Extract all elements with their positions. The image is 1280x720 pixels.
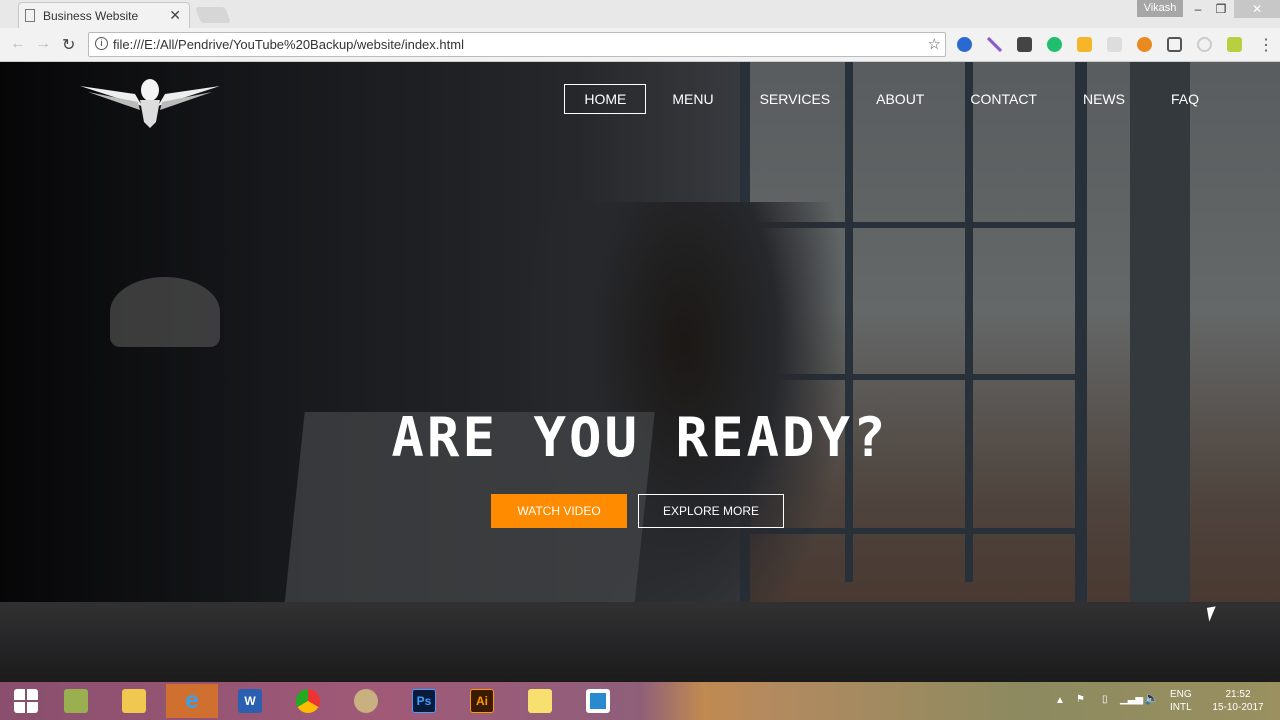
menu-kebab-icon[interactable]: ⋮ [1258, 35, 1274, 55]
ie-icon: e [185, 687, 199, 714]
back-icon[interactable]: ← [10, 35, 26, 53]
taskbar-photoshop[interactable]: Ps [398, 684, 450, 718]
folder-icon [122, 689, 146, 713]
forward-icon[interactable]: → [35, 35, 51, 53]
clock[interactable]: 21:52 15-10-2017 [1208, 688, 1268, 714]
browser-chrome: Business Website ✕ Vikash – ❐ ✕ ← → ↻ i … [0, 0, 1280, 62]
nav-contact[interactable]: CONTACT [950, 84, 1057, 114]
nav-menu[interactable]: MENU [652, 84, 733, 114]
50-icon[interactable] [1137, 37, 1152, 52]
brackets-icon [586, 689, 610, 713]
language-indicator[interactable]: ENG INTL [1170, 688, 1192, 714]
volume-icon[interactable]: 🔈 [1144, 692, 1159, 705]
nav-services[interactable]: SERVICES [740, 84, 851, 114]
hero-buttons: WATCH VIDEO EXPLORE MORE [491, 494, 784, 528]
taskbar-illustrator[interactable]: Ai [456, 684, 508, 718]
main-nav: HOME MENU SERVICES ABOUT CONTACT NEWS FA… [558, 84, 1200, 114]
clock-date: 15-10-2017 [1212, 702, 1264, 713]
nav-news[interactable]: NEWS [1063, 84, 1145, 114]
taskbar-internet-explorer[interactable]: e [166, 684, 218, 718]
toolbar: ← → ↻ i file:///E:/All/Pendrive/YouTube%… [0, 28, 1280, 62]
pen-icon[interactable] [987, 37, 1002, 52]
cast-icon[interactable] [1167, 37, 1182, 52]
nav-home[interactable]: HOME [564, 84, 647, 114]
taskbar-chrome[interactable] [282, 684, 334, 718]
clock-time: 21:52 [1225, 689, 1251, 700]
flag-icon[interactable]: ⚑ [1076, 693, 1085, 706]
show-hidden-icons[interactable]: ▲ [1055, 694, 1065, 707]
restore-button[interactable]: ❐ [1208, 0, 1234, 18]
sticky-notes-icon [528, 689, 552, 713]
grammarly-icon[interactable] [1047, 37, 1062, 52]
lang-code: ENG [1170, 689, 1192, 700]
bell-icon[interactable] [1077, 37, 1092, 52]
bookmark-star-icon[interactable]: ☆ [928, 35, 941, 53]
hero-title: ARE YOU READY? [391, 406, 889, 469]
honey-icon[interactable] [957, 37, 972, 52]
network-icon[interactable]: ▁▃▅ [1120, 693, 1143, 706]
yl-icon[interactable] [1227, 37, 1242, 52]
eagle-logo-icon[interactable] [80, 76, 220, 128]
taskbar-paint[interactable] [340, 684, 392, 718]
taskbar-word[interactable]: W [224, 684, 276, 718]
paint-icon [354, 689, 378, 713]
url-text: file:///E:/All/Pendrive/YouTube%20Backup… [113, 37, 464, 52]
new-tab-button[interactable] [195, 7, 231, 23]
dark-overlay [0, 62, 1280, 682]
photoshop-icon: Ps [412, 689, 436, 713]
taskbar-sticky-notes[interactable] [514, 684, 566, 718]
profile-button[interactable]: Vikash [1137, 0, 1183, 17]
info-icon[interactable]: i [95, 37, 108, 50]
start-button[interactable] [0, 684, 52, 718]
nav-faq[interactable]: FAQ [1151, 84, 1200, 114]
maps-icon [64, 689, 88, 713]
tab-strip: Business Website ✕ Vikash – ❐ ✕ [0, 0, 1280, 28]
page-icon [25, 9, 35, 22]
battery-icon[interactable]: ▯ [1102, 693, 1108, 706]
taskbar: e W Ps Ai ▲ ⚑ ▯ ▁▃▅ 🔈 ENG INTL 21:52 15-10… [0, 682, 1280, 720]
explore-more-button[interactable]: EXPLORE MORE [638, 494, 784, 528]
reload-icon[interactable]: ↻ [62, 35, 75, 55]
taskbar-file-explorer[interactable] [108, 684, 160, 718]
illustrator-icon: Ai [470, 689, 494, 713]
nav-about[interactable]: ABOUT [856, 84, 944, 114]
tab-business-website[interactable]: Business Website ✕ [18, 2, 190, 28]
close-window-button[interactable]: ✕ [1234, 0, 1280, 18]
address-bar[interactable]: i file:///E:/All/Pendrive/YouTube%20Back… [88, 32, 946, 57]
lang-layout: INTL [1170, 702, 1192, 713]
tab-close-icon[interactable]: ✕ [169, 7, 181, 24]
taskbar-brackets[interactable] [572, 684, 624, 718]
chrome-icon [296, 689, 320, 713]
m-icon[interactable] [1017, 37, 1032, 52]
link-icon[interactable] [1107, 37, 1122, 52]
watch-video-button[interactable]: WATCH VIDEO [491, 494, 627, 528]
website-viewport: HOME MENU SERVICES ABOUT CONTACT NEWS FA… [0, 62, 1280, 682]
taskbar-maps[interactable] [50, 684, 102, 718]
tab-title: Business Website [43, 9, 139, 23]
shield-icon[interactable] [1197, 37, 1212, 52]
word-icon: W [238, 689, 262, 713]
windows-icon [14, 689, 38, 713]
